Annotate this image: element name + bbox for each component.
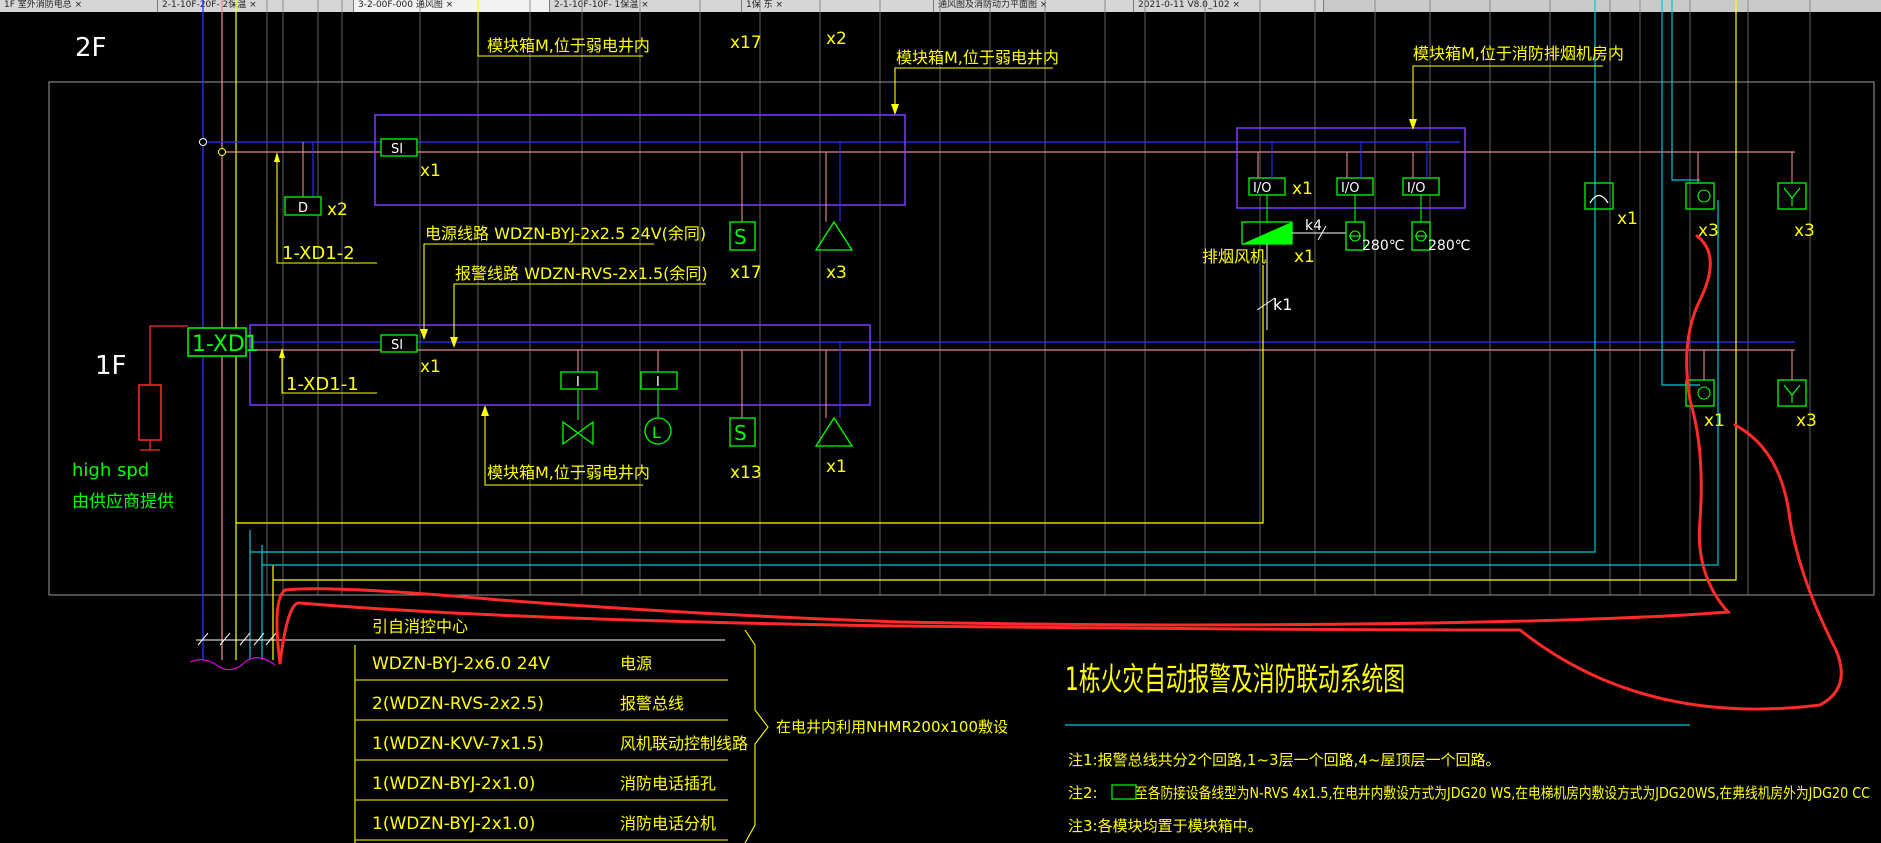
cable-row-5-purpose: 消防电话分机 [620,814,716,833]
phone-jack-icon[interactable] [1584,182,1614,210]
subpanel-upper-label: 1-XD1-2 [282,243,355,264]
fan-label: 排烟风机 [1202,247,1266,266]
svg-text:SI: SI [391,338,403,353]
top-count-s: x17 [730,33,762,53]
cable-bracket [744,629,769,843]
note-3: 注3:各模块均置于模块箱中。 [1068,817,1263,835]
bracket-note: 在电井内利用NHMR200x100敷设 [776,718,1008,736]
temp-label-1: 280℃ [1362,238,1404,254]
module-box-fan-room [1236,127,1466,209]
note-1: 注1:报警总线共分2个回路,1~3层一个回路,4~屋顶层一个回路。 [1068,751,1500,769]
cable-row-1-purpose: 电源 [620,654,652,673]
svg-text:I/O: I/O [1407,181,1425,196]
note-2-label: 注2: [1068,784,1098,802]
i-module-1f-valve[interactable]: I [560,371,598,390]
s-1f-count: x13 [730,463,762,483]
cable-row-1-spec: WDZN-BYJ-2x6.0 24V [372,654,550,674]
module-box-callout-bottom: 模块箱M,位于弱电井内 [487,463,650,482]
floor-label-1f: 1F [95,351,127,381]
svg-text:D: D [298,201,308,216]
cable-row-2-spec: 2(WDZN-RVS-2x2.5) [372,694,544,714]
spd-label: high spd [72,460,149,481]
sounder-2f-count: x3 [826,263,847,283]
d-count: x2 [327,200,348,220]
phone-jack-count: x1 [1617,209,1638,229]
wire-label-power: 电源线路 WDZN-BYJ-2x2.5 24V(余同) [425,224,706,243]
spd-note: 由供应商提供 [72,492,174,512]
svg-text:I/O: I/O [1253,181,1271,196]
heat-detector-1f-icon[interactable] [1777,379,1807,407]
module-box-callout-top-left: 模块箱M,位于弱电井内 [487,36,650,55]
sounder-1f-count: x1 [826,457,847,477]
source-label: 引自消控中心 [372,617,468,636]
cable-row-4-spec: 1(WDZN-BYJ-2x1.0) [372,774,535,794]
s-device-1f[interactable]: S [729,417,756,447]
heat-detector-2f-icon[interactable] [1777,182,1807,210]
freehand-markup-1 [275,234,1732,665]
main-panel-1-xd1[interactable]: 1-XD1 [187,327,259,357]
svg-text:k4: k4 [1305,218,1322,234]
cable-row-5-spec: 1(WDZN-BYJ-2x1.0) [372,814,535,834]
sounder-2f-icon[interactable] [814,220,854,251]
heat-1f-count: x3 [1796,411,1817,431]
svg-text:S: S [734,421,747,445]
note-2-text: 至各防接设备线型为N-RVS 4x1.5,在电井内敷设方式为JDG20 WS,在… [1135,784,1870,802]
cad-drawing-canvas[interactable]: 2F 1F 1-XD1 high spd 由供应商提供 1-XD1-2 1-XD… [0,0,1881,843]
io-module-temp-2[interactable]: I/O [1402,177,1440,196]
floor-label-2f: 2F [75,33,107,63]
l-level-switch-icon[interactable]: L [644,417,672,445]
svg-text:S: S [734,225,747,249]
module-box-callout-top-right: 模块箱M,位于消防排烟机房内 [1413,44,1624,63]
fan-count: x1 [1294,247,1315,267]
svg-text:L: L [652,423,661,442]
spd-device [138,384,162,441]
top-count-sounder: x2 [826,29,847,49]
main-panel-label: 1-XD1 [192,332,259,357]
note-2-io-symbol [1111,784,1137,800]
i-module-1f-level[interactable]: I [640,371,678,390]
si-2f-count: x1 [420,161,441,181]
svg-text:I: I [576,375,580,390]
svg-text:SI: SI [391,142,403,157]
si-module-2f[interactable]: SI [380,138,418,157]
cable-row-2-purpose: 报警总线 [620,694,684,713]
si-module-1f[interactable]: SI [380,334,418,353]
subpanel-lower-label: 1-XD1-1 [286,374,359,395]
wire-label-alarm: 报警线路 WDZN-RVS-2x1.5(余同) [455,264,708,283]
module-box-callout-top-mid: 模块箱M,位于弱电井内 [896,48,1059,67]
si-1f-count: x1 [420,357,441,377]
drawing-title: 1栋火灾自动报警及消防联动系统图 [1065,660,1405,698]
cable-row-3-purpose: 风机联动控制线路 [620,734,748,753]
smoke-exhaust-fan[interactable] [1241,221,1293,245]
temp-label-2: 280℃ [1428,238,1470,254]
io-module-fan[interactable]: I/O [1248,177,1286,196]
detector-1f-count: x1 [1704,411,1725,431]
s-2f-count: x17 [730,263,762,283]
k1-label: k1 [1273,295,1292,314]
svg-text:I: I [656,375,660,390]
valve-icon[interactable] [562,420,594,446]
cable-row-4-purpose: 消防电话插孔 [620,774,716,793]
cable-row-3-spec: 1(WDZN-KVV-7x1.5) [372,734,544,754]
drawing-grid [266,0,1811,595]
d-detector[interactable]: D [284,196,322,216]
s-device-2f[interactable]: S [729,221,756,251]
io-module-temp-1[interactable]: I/O [1336,177,1374,196]
sounder-1f-icon[interactable] [814,416,854,447]
svg-text:I/O: I/O [1341,181,1359,196]
yellow-routes [236,0,1737,581]
heat-2f-count: x3 [1794,221,1815,241]
io-fan-count: x1 [1292,179,1313,199]
floor-frame [48,81,1875,596]
